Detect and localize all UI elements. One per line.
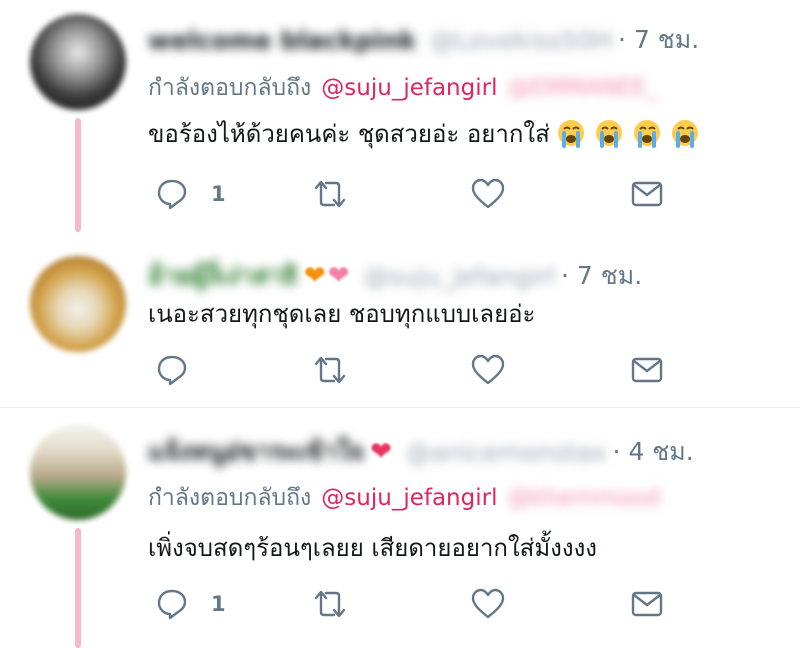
retweet-icon xyxy=(314,356,346,384)
tweet-1[interactable]: welcome blackpink @Lovekiss50H · 7 ชม. ก… xyxy=(0,0,800,236)
crying-face-icon xyxy=(668,118,702,150)
reply-button[interactable]: 1 xyxy=(155,174,226,214)
crying-face-icon xyxy=(592,118,626,150)
tweet-actions xyxy=(0,350,800,390)
message-button[interactable] xyxy=(630,350,664,390)
tweet-text: ขอร้องไห้ด้วยคนค่ะ ชุดสวยอ่ะ อยากใส่ xyxy=(148,120,550,148)
user-name[interactable]: แจ้งหนูอ่ขาระเข้าใจ xyxy=(148,432,364,472)
message-button[interactable] xyxy=(630,174,664,214)
reply-prefix: กำลังตอบกลับถึง xyxy=(148,75,312,101)
reply-mention-link[interactable]: @suju_jefangirl xyxy=(321,485,497,511)
envelope-icon xyxy=(631,181,663,207)
reply-icon xyxy=(157,179,187,210)
reply-icon xyxy=(157,355,187,386)
timestamp[interactable]: · 4 ชม. xyxy=(613,432,694,472)
tweet-3[interactable]: แจ้งหนูอ่ขาระเข้าใจ ❤ @anicemonstax · 4 … xyxy=(0,408,800,648)
user-handle[interactable]: @suju_jefangirl xyxy=(364,262,556,291)
reply-icon xyxy=(157,589,187,620)
heart-icon xyxy=(471,354,505,385)
avatar[interactable] xyxy=(30,256,126,352)
like-button[interactable] xyxy=(470,174,506,214)
user-name[interactable]: อ้ายผู้งี่เง่าสาธิ xyxy=(148,256,298,296)
envelope-icon xyxy=(631,591,663,617)
reply-count: 1 xyxy=(211,182,226,206)
retweet-button[interactable] xyxy=(310,350,350,390)
retweet-button[interactable] xyxy=(310,584,350,624)
heart-icon xyxy=(471,178,505,209)
message-button[interactable] xyxy=(630,584,664,624)
retweet-icon xyxy=(314,180,346,208)
reply-mention-link-2[interactable]: @khemmood xyxy=(507,485,660,511)
user-name[interactable]: welcome blackpink xyxy=(148,26,416,55)
reply-mention-link[interactable]: @suju_jefangirl xyxy=(321,75,497,101)
crying-face-icon xyxy=(630,118,664,150)
orange-heart-icon: ❤ xyxy=(303,261,326,291)
like-button[interactable] xyxy=(470,584,506,624)
tweet-actions: 1 xyxy=(0,584,800,624)
avatar[interactable] xyxy=(30,424,126,520)
envelope-icon xyxy=(631,357,663,383)
reply-prefix: กำลังตอบกลับถึง xyxy=(148,485,312,511)
avatar[interactable] xyxy=(30,14,126,110)
retweet-button[interactable] xyxy=(310,174,350,214)
tweet-text: เนอะสวยทุกชุดเลย ชอบทุกแบบเลยอ่ะ xyxy=(148,300,536,328)
reply-mention-link-2[interactable]: @EMMANEE_ xyxy=(507,75,658,101)
heart-emoji-icon: ❤ xyxy=(370,437,392,467)
user-handle[interactable]: @anicemonstax xyxy=(406,438,607,467)
tweet-actions: 1 xyxy=(0,174,800,214)
timestamp[interactable]: · 7 ชม. xyxy=(561,256,642,296)
like-button[interactable] xyxy=(470,350,506,390)
reply-button[interactable] xyxy=(155,350,189,390)
tweet-text: เพิ่งจบสดๆร้อนๆเลยย เสียดายอยากใส่มั้งงง… xyxy=(148,534,598,562)
pink-heart-icon: ❤ xyxy=(327,261,350,291)
timestamp[interactable]: · 7 ชม. xyxy=(618,20,699,60)
reply-count: 1 xyxy=(211,592,226,616)
crying-face-icon xyxy=(554,118,588,150)
reply-button[interactable]: 1 xyxy=(155,584,226,624)
heart-icon xyxy=(471,588,505,619)
user-handle[interactable]: @Lovekiss50H xyxy=(430,26,612,55)
tweet-2[interactable]: อ้ายผู้งี่เง่าสาธิ ❤ ❤ @suju_jefangirl ·… xyxy=(0,236,800,406)
retweet-icon xyxy=(314,590,346,618)
